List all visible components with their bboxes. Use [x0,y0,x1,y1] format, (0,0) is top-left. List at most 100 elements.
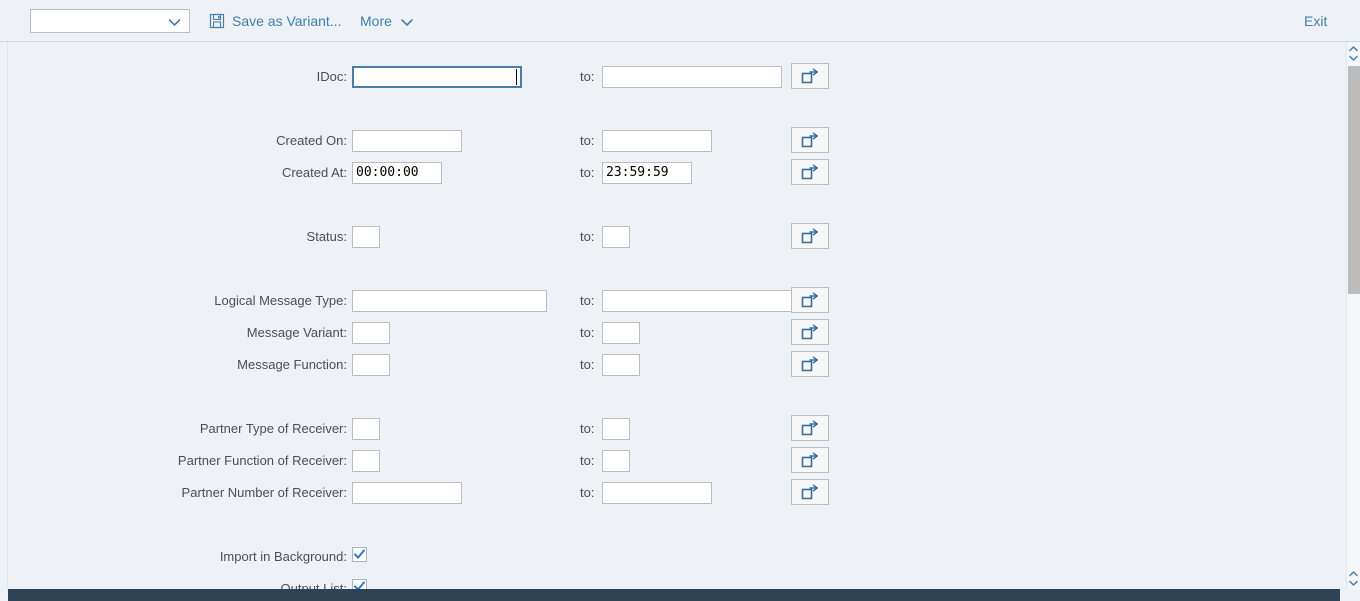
field-label: Partner Function of Receiver: [177,453,347,468]
checkbox[interactable] [352,579,367,589]
selection-row: Logical Message Type: to: [8,287,1328,313]
field-label: Partner Type of Receiver: [199,421,347,436]
more-menu-label: More [360,13,392,29]
checkbox[interactable] [352,547,367,562]
field-to-input[interactable] [602,290,807,312]
scroll-down-button[interactable] [1347,53,1360,62]
scroll-up-button-bottom[interactable] [1347,569,1360,578]
floppy-disk-icon [209,13,225,29]
to-label: to: [580,357,595,372]
multiple-selection-icon [800,132,820,148]
multiple-selection-icon [800,420,820,436]
multiple-selection-button[interactable] [791,223,829,249]
save-as-variant-label: Save as Variant... [232,13,342,29]
field-from-input[interactable]: 00:00:00 [352,162,442,184]
text-cursor [516,69,517,85]
field-from-input[interactable] [352,130,462,152]
multiple-selection-button[interactable] [791,479,829,505]
field-label: Import in Background: [219,549,347,564]
field-label: Message Function: [237,357,347,372]
vertical-scroll-arrows-bottom [1347,569,1360,587]
field-to-input[interactable] [602,450,630,472]
multiple-selection-button[interactable] [791,287,829,313]
multiple-selection-button[interactable] [791,159,829,185]
field-from-input[interactable] [352,322,390,344]
selection-row: Partner Type of Receiver: to: [8,415,1328,441]
vertical-scrollbar[interactable] [1346,42,1360,589]
scroll-down-button-bottom[interactable] [1347,578,1360,587]
field-to-input[interactable] [602,66,782,88]
multiple-selection-icon [800,68,820,84]
selection-row: Message Function: to: [8,351,1328,377]
to-label: to: [580,485,595,500]
selection-row: Created At: 00:00:00 to: 23:59:59 [8,159,1328,185]
multiple-selection-icon [800,484,820,500]
selection-row: Status: to: [8,223,1328,249]
selection-row: Created On: to: [8,127,1328,153]
field-to-input[interactable] [602,354,640,376]
application-toolbar: Save as Variant... More Exit [0,0,1360,41]
to-label: to: [580,293,595,308]
selection-row: Partner Function of Receiver: to: [8,447,1328,473]
multiple-selection-icon [800,452,820,468]
selection-row: Output List: [8,578,1328,589]
selection-row: IDoc: to: [8,63,1328,89]
sap-selection-screen: Save as Variant... More Exit IDoc: to: Cre… [0,0,1360,601]
field-label: Created At: [281,165,347,180]
vertical-scrollbar-thumb[interactable] [1348,66,1360,294]
chevron-down-icon [168,16,181,27]
field-from-input[interactable] [352,226,380,248]
field-to-input[interactable] [602,130,712,152]
field-from-input[interactable] [352,418,380,440]
multiple-selection-icon [800,324,820,340]
to-label: to: [580,133,595,148]
scroll-up-button[interactable] [1347,44,1360,53]
multiple-selection-button[interactable] [791,415,829,441]
field-label: Partner Number of Receiver: [181,485,347,500]
multiple-selection-icon [800,356,820,372]
field-to-input[interactable]: 23:59:59 [602,162,692,184]
save-as-variant-button[interactable]: Save as Variant... [209,8,341,34]
to-label: to: [580,165,595,180]
selection-row: Message Variant: to: [8,319,1328,345]
field-to-input[interactable] [602,482,712,504]
selection-fields-pane: IDoc: to: Created On: to: Created At: 00:00:0… [8,42,1336,589]
multiple-selection-button[interactable] [791,319,829,345]
field-label: Status: [306,229,347,244]
field-label: Message Variant: [246,325,347,340]
to-label: to: [580,453,595,468]
multiple-selection-button[interactable] [791,127,829,153]
field-label: IDoc: [316,69,347,84]
multiple-selection-button[interactable] [791,351,829,377]
field-to-input[interactable] [602,418,630,440]
vertical-scroll-arrows-top [1347,44,1360,62]
to-label: to: [580,421,595,436]
field-from-input[interactable] [352,354,390,376]
horizontal-scrollbar[interactable] [8,589,1340,601]
field-label: Logical Message Type: [214,293,347,308]
field-to-input[interactable] [602,226,630,248]
multiple-selection-icon [800,164,820,180]
exit-label: Exit [1304,13,1328,29]
field-from-input[interactable] [352,482,462,504]
to-label: to: [580,69,595,84]
field-to-input[interactable] [602,322,640,344]
selection-row: Import in Background: [8,546,1328,568]
selection-row: Partner Number of Receiver: to: [8,479,1328,505]
multiple-selection-button[interactable] [791,447,829,473]
to-label: to: [580,229,595,244]
field-from-input[interactable] [352,66,522,88]
multiple-selection-icon [800,292,820,308]
variant-dropdown[interactable] [30,9,190,33]
exit-button[interactable]: Exit [1304,8,1327,34]
to-label: to: [580,325,595,340]
field-label: Output List: [280,581,347,589]
field-from-input[interactable] [352,450,380,472]
more-menu-button[interactable]: More [360,8,414,34]
content-left-edge [0,42,8,589]
field-label: Created On: [276,133,347,148]
field-from-input[interactable] [352,290,547,312]
chevron-down-icon [400,15,414,27]
multiple-selection-icon [800,228,820,244]
multiple-selection-button[interactable] [791,63,829,89]
